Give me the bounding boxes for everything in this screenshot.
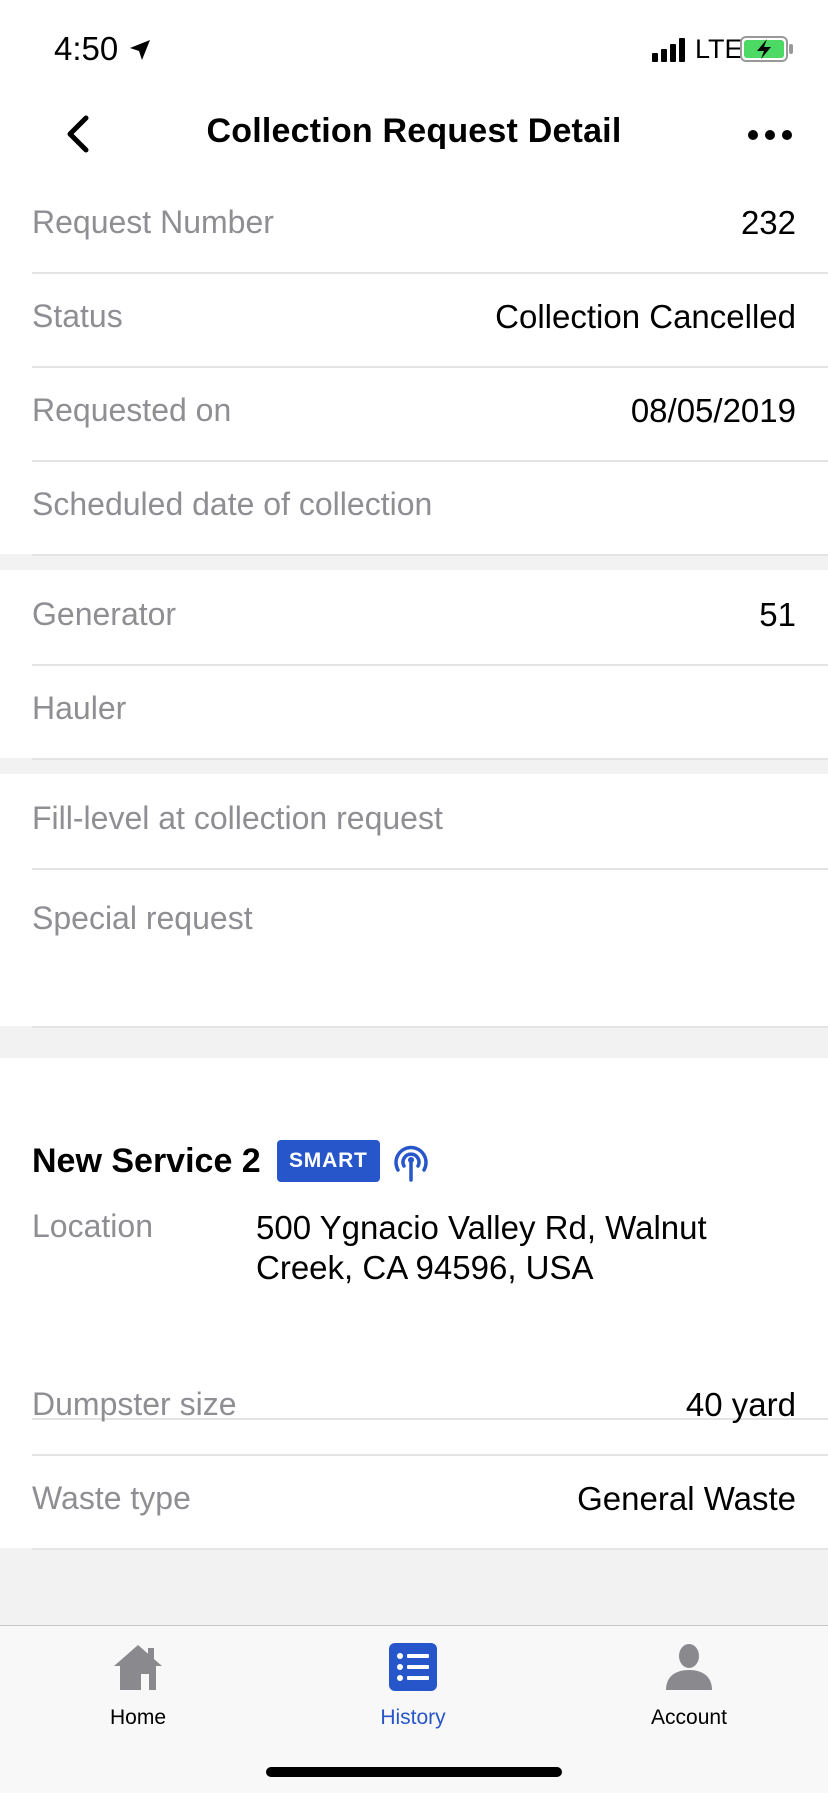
scheduled-date-row: Scheduled date of collection bbox=[32, 460, 828, 556]
waste-type-row: Waste type General Waste bbox=[32, 1454, 828, 1550]
hauler-label: Hauler bbox=[32, 690, 127, 726]
generator-value: 51 bbox=[759, 596, 796, 633]
request-number-label: Request Number bbox=[32, 204, 274, 240]
generator-row: Generator 51 bbox=[32, 570, 828, 666]
service-section: New Service 2 SMART Location 500 Ygnacio… bbox=[0, 1058, 828, 1550]
fill-level-label: Fill-level at collection request bbox=[32, 800, 443, 836]
sensor-signal-icon bbox=[394, 1145, 428, 1182]
home-indicator bbox=[266, 1767, 562, 1777]
request-number-value: 232 bbox=[740, 204, 796, 241]
service-title: New Service 2 bbox=[32, 1142, 261, 1180]
fill-level-row: Fill-level at collection request bbox=[32, 774, 828, 870]
signal-bars-icon bbox=[652, 38, 685, 62]
navigation-bar: Collection Request Detail bbox=[0, 90, 828, 178]
waste-type-label: Waste type bbox=[32, 1480, 191, 1516]
request-number-row: Request Number 232 bbox=[32, 178, 828, 274]
tab-account-label: Account bbox=[651, 1706, 727, 1729]
more-options-icon[interactable] bbox=[745, 124, 795, 146]
requested-on-value: 08/05/2019 bbox=[630, 392, 796, 429]
status-label: Status bbox=[32, 298, 123, 334]
fill-section: Fill-level at collection request Special… bbox=[0, 774, 828, 1028]
person-icon bbox=[666, 1644, 712, 1690]
generator-label: Generator bbox=[32, 596, 177, 632]
page-title: Collection Request Detail bbox=[206, 112, 622, 150]
location-arrow-icon bbox=[130, 40, 150, 60]
location-value: 500 Ygnacio Valley Rd, Walnut Creek, CA … bbox=[256, 1209, 707, 1286]
dumpster-size-value: 40 yard bbox=[685, 1386, 796, 1423]
request-info-section: Request Number 232 Status Collection Can… bbox=[0, 178, 828, 556]
status-value: Collection Cancelled bbox=[495, 298, 796, 335]
tab-home-label: Home bbox=[109, 1706, 167, 1729]
status-time: 4:50 bbox=[54, 30, 119, 67]
status-row: Status Collection Cancelled bbox=[32, 272, 828, 368]
battery-charging-icon bbox=[740, 36, 793, 62]
requested-on-label: Requested on bbox=[32, 392, 232, 428]
dumpster-size-label: Dumpster size bbox=[32, 1386, 237, 1422]
home-icon bbox=[114, 1645, 162, 1690]
smart-badge: SMART bbox=[277, 1140, 380, 1182]
special-request-label: Special request bbox=[32, 900, 253, 936]
tab-home[interactable]: Home bbox=[38, 1640, 238, 1730]
dumpster-size-row: Dumpster size 40 yard bbox=[32, 1360, 828, 1456]
special-request-row: Special request bbox=[32, 870, 828, 1028]
tab-account[interactable]: Account bbox=[589, 1640, 789, 1730]
tab-history[interactable]: History bbox=[313, 1640, 513, 1730]
tab-history-label: History bbox=[380, 1706, 446, 1729]
waste-type-value: General Waste bbox=[577, 1480, 796, 1517]
list-icon bbox=[389, 1643, 437, 1691]
parties-section: Generator 51 Hauler bbox=[0, 570, 828, 760]
requested-on-row: Requested on 08/05/2019 bbox=[32, 366, 828, 462]
status-bar: 4:50 LTE bbox=[0, 0, 828, 90]
location-label: Location bbox=[32, 1208, 153, 1244]
scheduled-date-label: Scheduled date of collection bbox=[32, 486, 433, 522]
hauler-row: Hauler bbox=[32, 664, 828, 760]
network-type: LTE bbox=[695, 34, 743, 64]
